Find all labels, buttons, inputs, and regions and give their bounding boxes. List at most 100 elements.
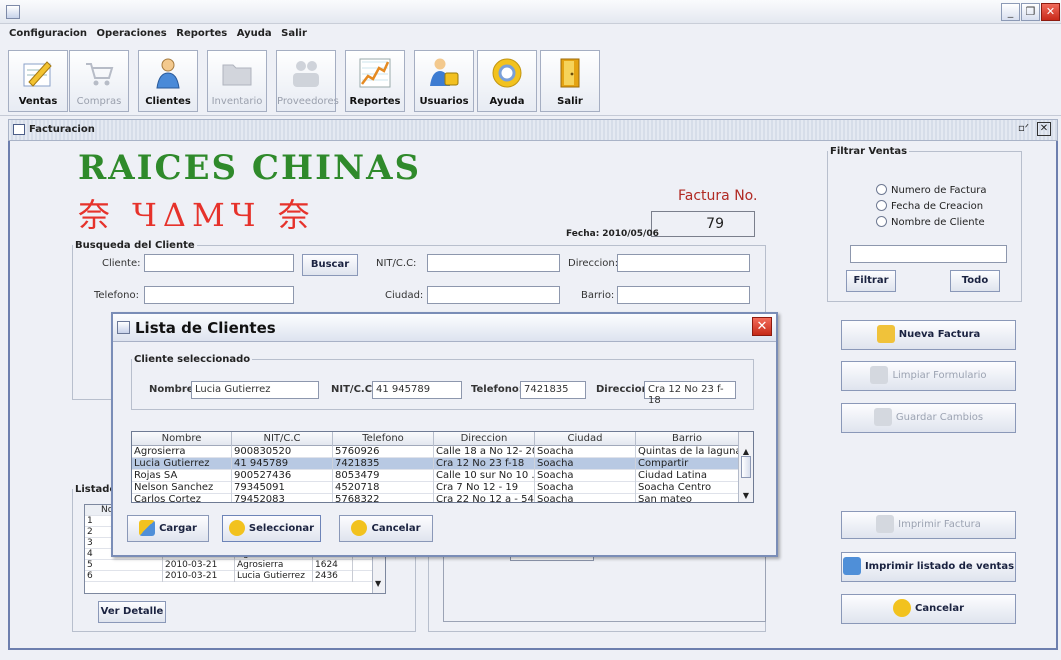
cell-ciudad: Soacha (535, 470, 636, 482)
col-nit[interactable]: NIT/C.C (232, 432, 333, 446)
menu-reportes[interactable]: Reportes (173, 25, 230, 39)
reportes-button[interactable]: Reportes (345, 50, 405, 112)
cell-nombre: Lucia Gutierrez (132, 458, 232, 470)
cliente-input[interactable] (144, 254, 294, 272)
ciudad-input[interactable] (427, 286, 560, 304)
ver-detalle-button[interactable]: Ver Detalle (98, 601, 166, 623)
seleccionar-button[interactable]: Seleccionar (222, 515, 321, 542)
dialog-direccion-field[interactable]: Cra 12 No 23 f-18 (644, 381, 736, 406)
clientes-table: Nombre NIT/C.C Telefono Direccion Ciudad… (131, 431, 754, 503)
dialog-telefono-field[interactable]: 7421835 (520, 381, 586, 399)
restore-icon[interactable]: ▫ᐟ (1018, 123, 1029, 134)
cliente-label: Cliente: (102, 258, 141, 269)
users-icon (430, 58, 459, 86)
dialog-telefono-label: Telefono: (471, 384, 523, 395)
limpiar-formulario-button[interactable]: Limpiar Formulario (841, 361, 1016, 391)
col-barrio[interactable]: Barrio (636, 432, 739, 446)
cell-direccion: Cra 12 No 23 f-18 (434, 458, 535, 470)
imprimir-label: Imprimir Factura (898, 519, 981, 530)
imprimir-factura-button[interactable]: Imprimir Factura (841, 511, 1016, 539)
cell-ciudad: Soacha (535, 482, 636, 494)
dialog-nit-field[interactable]: 41 945789 (372, 381, 462, 399)
menu-salir[interactable]: Salir (278, 25, 310, 39)
nueva-factura-button[interactable]: Nueva Factura (841, 320, 1016, 350)
cancelar-label: Cancelar (914, 603, 965, 614)
compras-label: Compras (76, 96, 122, 107)
todo-button[interactable]: Todo (950, 270, 1000, 292)
cell-barrio: San mateo (636, 494, 739, 502)
nit-input[interactable] (427, 254, 560, 272)
guardar-cambios-button[interactable]: Guardar Cambios (841, 403, 1016, 433)
radio-numero-label: Numero de Factura (891, 185, 987, 196)
cell-nit: 79345091 (232, 482, 333, 494)
table-row[interactable]: Rojas SA 900527436 8053479 Calle 10 sur No … (132, 470, 739, 482)
proveedores-button[interactable]: Proveedores (276, 50, 339, 112)
dialog-close-icon[interactable]: ✕ (752, 317, 772, 336)
load-icon (139, 520, 156, 536)
nombre-field[interactable]: Lucia Gutierrez (191, 381, 319, 399)
col-nombre[interactable]: Nombre (132, 432, 232, 446)
dialog-nit-label: NIT/C.C: (331, 384, 377, 395)
logo-line2: 奈 ЧΔΜЧ 奈 (78, 196, 316, 234)
inventario-button[interactable]: Inventario (207, 50, 267, 112)
menu-operaciones[interactable]: Operaciones (94, 25, 170, 39)
table-row[interactable]: Carlos Cortez 79452083 5768322 Cra 22 No 12… (132, 494, 739, 502)
window-icon (13, 124, 25, 135)
imprimir-listado-button[interactable]: Imprimir listado de ventas (841, 552, 1016, 582)
save-icon (873, 408, 892, 426)
compras-button[interactable]: Compras (69, 50, 129, 112)
new-invoice-icon (876, 325, 895, 343)
clientes-table-header: Nombre NIT/C.C Telefono Direccion Ciudad… (132, 432, 739, 446)
radio-fecha-creacion[interactable]: Fecha de Creacion (876, 200, 983, 212)
col-ciudad[interactable]: Ciudad (535, 432, 636, 446)
radio-nombre-cliente[interactable]: Nombre de Cliente (876, 216, 985, 228)
filtrar-input[interactable] (850, 245, 1007, 263)
maximize-icon[interactable]: ❐ (1021, 3, 1040, 21)
cell-nit: 900830520 (232, 446, 333, 458)
cargar-button[interactable]: Cargar (127, 515, 209, 542)
ayuda-button[interactable]: Ayuda (477, 50, 537, 112)
table-row[interactable]: Nelson Sanchez 79345091 4520718 Cra 7 No 12… (132, 482, 739, 494)
barrio-input[interactable] (617, 286, 750, 304)
scroll-thumb[interactable] (741, 456, 751, 478)
ventas-button[interactable]: Ventas (8, 50, 68, 112)
telefono-input[interactable] (144, 286, 294, 304)
usuarios-button[interactable]: Usuarios (414, 50, 474, 112)
dialog-cancelar-button[interactable]: Cancelar (339, 515, 433, 542)
radio-icon (876, 200, 887, 211)
dialog-icon (117, 321, 130, 334)
salir-button[interactable]: Salir (540, 50, 600, 112)
ventas-label: Ventas (18, 96, 58, 107)
table-row[interactable]: 6 2010-03-21 Lucia Gutierrez 2436 (85, 571, 385, 582)
menu-configuracion[interactable]: Configuracion (6, 25, 90, 39)
table-row[interactable]: Agrosierra 900830520 5760926 Calle 18 a No … (132, 446, 739, 458)
scroll-down-icon[interactable]: ▼ (740, 490, 752, 502)
cell-nombre: Carlos Cortez (132, 494, 232, 502)
inventario-label: Inventario (211, 96, 263, 107)
cancelar-button[interactable]: Cancelar (841, 594, 1016, 624)
cell-ciudad: Soacha (535, 446, 636, 458)
clientes-scrollbar[interactable]: ▲ ▼ (738, 432, 753, 502)
cliente-seleccionado-legend: Cliente seleccionado (134, 354, 251, 365)
buscar-button[interactable]: Buscar (302, 254, 358, 276)
menu-ayuda[interactable]: Ayuda (234, 25, 275, 39)
cell: 2436 (313, 571, 353, 582)
frame-title: Facturacion (29, 124, 95, 135)
frame-close-icon[interactable]: ✕ (1037, 122, 1051, 136)
clientes-label: Clientes (145, 96, 191, 107)
nit-label: NIT/C.C: (376, 258, 417, 269)
radio-numero-factura[interactable]: Numero de Factura (876, 184, 987, 196)
col-direccion[interactable]: Direccion (434, 432, 535, 446)
close-icon[interactable]: ✕ (1041, 3, 1060, 21)
table-row[interactable]: Lucia Gutierrez 41 945789 7421835 Cra 12 No… (132, 458, 739, 470)
cell-ciudad: Soacha (535, 494, 636, 502)
radio-icon (876, 216, 887, 227)
cell: 6 (85, 571, 163, 582)
clientes-button[interactable]: Clientes (138, 50, 198, 112)
scroll-down-icon[interactable]: ▼ (375, 579, 381, 588)
filtrar-button[interactable]: Filtrar (846, 270, 896, 292)
col-telefono[interactable]: Telefono (333, 432, 434, 446)
table-row[interactable]: 5 2010-03-21 Agrosierra 1624 (85, 560, 385, 571)
direccion-input[interactable] (617, 254, 750, 272)
minimize-icon[interactable]: _ (1001, 3, 1020, 21)
